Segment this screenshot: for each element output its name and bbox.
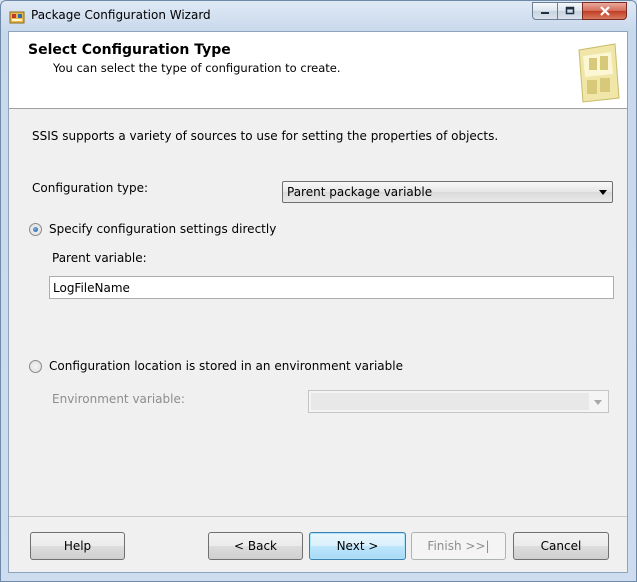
minimize-icon — [541, 12, 549, 14]
parent-variable-value: LogFileName — [53, 281, 130, 295]
maximize-button[interactable] — [557, 2, 583, 20]
title-bar[interactable]: Package Configuration Wizard — [1, 1, 636, 31]
parent-variable-label: Parent variable: — [52, 251, 147, 265]
minimize-button[interactable] — [532, 2, 558, 20]
environment-variable-radio[interactable] — [29, 360, 42, 373]
chevron-down-icon — [594, 400, 602, 405]
footer-divider — [9, 516, 627, 517]
parent-variable-input[interactable]: LogFileName — [49, 276, 614, 299]
environment-variable-label: Environment variable: — [52, 392, 185, 406]
specify-directly-label[interactable]: Specify configuration settings directly — [49, 222, 276, 236]
package-icon[interactable] — [9, 9, 25, 25]
specify-directly-radio[interactable] — [29, 223, 42, 236]
wizard-client-area: Select Configuration Type You can select… — [8, 31, 628, 573]
back-button[interactable]: < Back — [208, 532, 303, 560]
maximize-icon — [565, 6, 575, 15]
intro-text: SSIS supports a variety of sources to us… — [32, 129, 499, 143]
finish-button[interactable]: Finish >>| — [411, 532, 506, 560]
configuration-type-value: Parent package variable — [287, 185, 433, 199]
cancel-button[interactable]: Cancel — [513, 532, 609, 560]
window-title: Package Configuration Wizard — [31, 8, 211, 22]
wizard-window: Package Configuration Wizard Select Conf… — [0, 0, 637, 582]
help-button[interactable]: Help — [30, 532, 125, 560]
next-button[interactable]: Next > — [309, 532, 406, 560]
environment-variable-option-label[interactable]: Configuration location is stored in an e… — [49, 359, 403, 373]
configuration-type-dropdown[interactable]: Parent package variable — [282, 181, 613, 203]
page-title: Select Configuration Type — [28, 42, 231, 58]
wizard-header: Select Configuration Type You can select… — [9, 32, 627, 109]
close-icon — [599, 6, 610, 16]
environment-variable-value — [311, 393, 589, 410]
environment-variable-dropdown[interactable] — [308, 390, 609, 413]
page-subtitle: You can select the type of configuration… — [53, 61, 341, 75]
wizard-graphic-icon — [569, 40, 627, 104]
close-button[interactable] — [582, 2, 627, 20]
chevron-down-icon — [599, 190, 607, 195]
configuration-type-label: Configuration type: — [32, 181, 149, 195]
